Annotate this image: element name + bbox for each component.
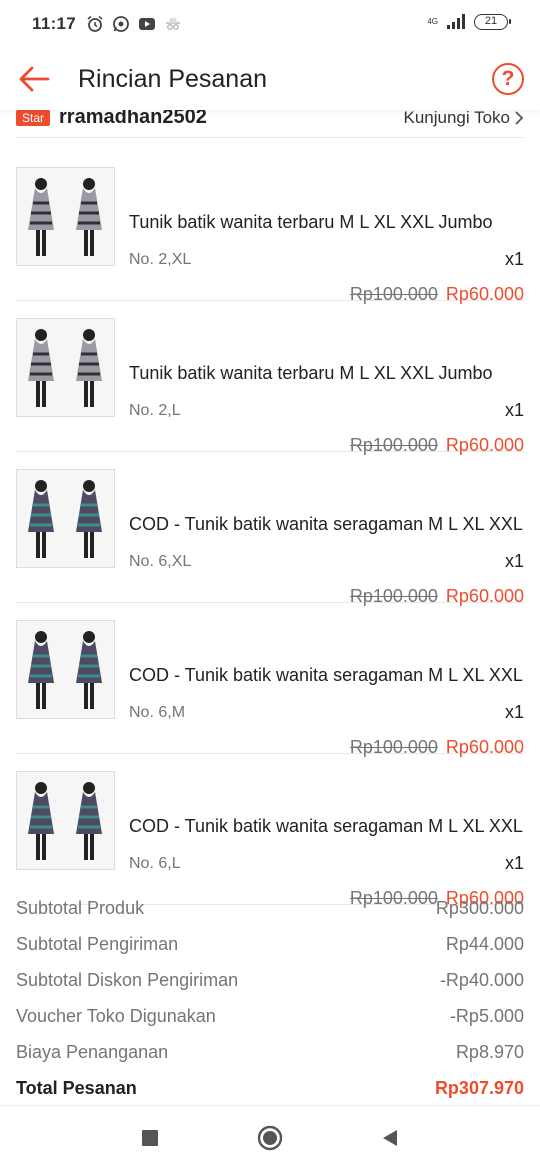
signal-icon xyxy=(447,14,465,29)
home-button[interactable] xyxy=(250,1118,290,1158)
network-type-label: 4G xyxy=(427,17,438,26)
product-title: Tunik batik wanita terbaru M L XL XXL Ju… xyxy=(129,363,493,383)
order-item-row[interactable]: COD - Tunik batik wanita seragaman M L X… xyxy=(16,603,524,757)
product-title: COD - Tunik batik wanita seragaman M L X… xyxy=(129,514,523,534)
status-bar: 11:17 4G 21 xyxy=(0,0,540,48)
battery-icon: 21 xyxy=(474,14,511,30)
summary-row: Subtotal Pengiriman Rp44.000 xyxy=(16,926,524,962)
chevron-right-icon xyxy=(515,110,524,125)
total-value: Rp307.970 xyxy=(434,1077,524,1098)
summary-value: -Rp5.000 xyxy=(449,1005,524,1026)
summary-value: Rp8.970 xyxy=(455,1041,524,1062)
status-system-icons: 4G 21 xyxy=(427,14,511,30)
product-quantity: x1 xyxy=(504,702,524,722)
summary-label: Subtotal Produk xyxy=(16,897,145,918)
product-thumbnail xyxy=(16,771,115,870)
order-detail-content[interactable]: Star rramadhan2502 Kunjungi Toko Tunik b… xyxy=(0,110,540,1105)
product-variant: No. 6,L xyxy=(129,855,181,872)
recents-button[interactable] xyxy=(130,1118,170,1158)
summary-row: Subtotal Produk Rp300.000 xyxy=(16,890,524,926)
payment-summary: Subtotal Produk Rp300.000 Subtotal Pengir… xyxy=(16,890,524,1105)
youtube-icon xyxy=(139,18,156,30)
summary-value: Rp300.000 xyxy=(435,897,524,918)
status-notification-icons xyxy=(86,15,182,33)
alarm-icon xyxy=(87,15,103,32)
product-quantity: x1 xyxy=(504,400,524,420)
product-thumbnail xyxy=(16,318,115,417)
product-thumbnail xyxy=(16,620,115,719)
product-variant: No. 6,XL xyxy=(129,553,192,570)
product-variant: No. 6,M xyxy=(129,704,186,721)
visit-shop-link[interactable]: Kunjungi Toko xyxy=(404,110,525,128)
summary-label: Biaya Penanganan xyxy=(16,1041,169,1062)
order-item-row[interactable]: COD - Tunik batik wanita seragaman M L X… xyxy=(16,754,524,908)
order-item-row[interactable]: Tunik batik wanita terbaru M L XL XXL Ju… xyxy=(16,301,524,455)
shop-row: Star rramadhan2502 Kunjungi Toko xyxy=(16,110,524,138)
product-variant: No. 2,XL xyxy=(129,251,192,268)
incognito-icon xyxy=(166,18,181,30)
back-button[interactable] xyxy=(2,48,66,110)
order-item-row[interactable]: Tunik batik wanita terbaru M L XL XXL Ju… xyxy=(16,150,524,304)
back-arrow-icon xyxy=(19,66,50,92)
summary-row: Voucher Toko Digunakan -Rp5.000 xyxy=(16,998,524,1034)
product-variant: No. 2,L xyxy=(129,402,181,419)
summary-value: Rp44.000 xyxy=(445,933,524,954)
visit-shop-label: Kunjungi Toko xyxy=(403,110,511,127)
product-title: COD - Tunik batik wanita seragaman M L X… xyxy=(129,816,523,836)
product-thumbnail xyxy=(16,167,115,266)
star-seller-badge: Star xyxy=(16,110,51,126)
product-quantity: x1 xyxy=(504,853,524,873)
product-quantity: x1 xyxy=(504,551,524,571)
order-item-row[interactable]: COD - Tunik batik wanita seragaman M L X… xyxy=(16,452,524,606)
product-thumbnail xyxy=(16,469,115,568)
summary-label: Voucher Toko Digunakan xyxy=(16,1005,216,1026)
product-title: COD - Tunik batik wanita seragaman M L X… xyxy=(129,665,523,685)
product-quantity: x1 xyxy=(504,249,524,269)
triangle-back-icon xyxy=(383,1130,397,1146)
help-button[interactable]: ? xyxy=(492,63,524,95)
page-title: Rincian Pesanan xyxy=(78,64,268,93)
app-header: Rincian Pesanan ? xyxy=(0,48,540,110)
product-title: Tunik batik wanita terbaru M L XL XXL Ju… xyxy=(129,212,493,232)
shop-name: rramadhan2502 xyxy=(59,110,207,128)
summary-value: -Rp40.000 xyxy=(439,969,524,990)
summary-row: Biaya Penanganan Rp8.970 xyxy=(16,1034,524,1070)
back-nav-button[interactable] xyxy=(370,1118,410,1158)
summary-row: Subtotal Diskon Pengiriman -Rp40.000 xyxy=(16,962,524,998)
summary-label: Subtotal Diskon Pengiriman xyxy=(16,969,239,990)
status-time: 11:17 xyxy=(32,14,77,33)
total-label: Total Pesanan xyxy=(16,1077,137,1098)
summary-label: Subtotal Pengiriman xyxy=(16,933,179,954)
whatsapp-icon xyxy=(113,16,129,32)
total-row: Total Pesanan Rp307.970 xyxy=(16,1070,524,1105)
square-icon xyxy=(142,1130,158,1146)
system-nav-bar xyxy=(0,1105,540,1170)
circle-icon xyxy=(257,1125,283,1151)
